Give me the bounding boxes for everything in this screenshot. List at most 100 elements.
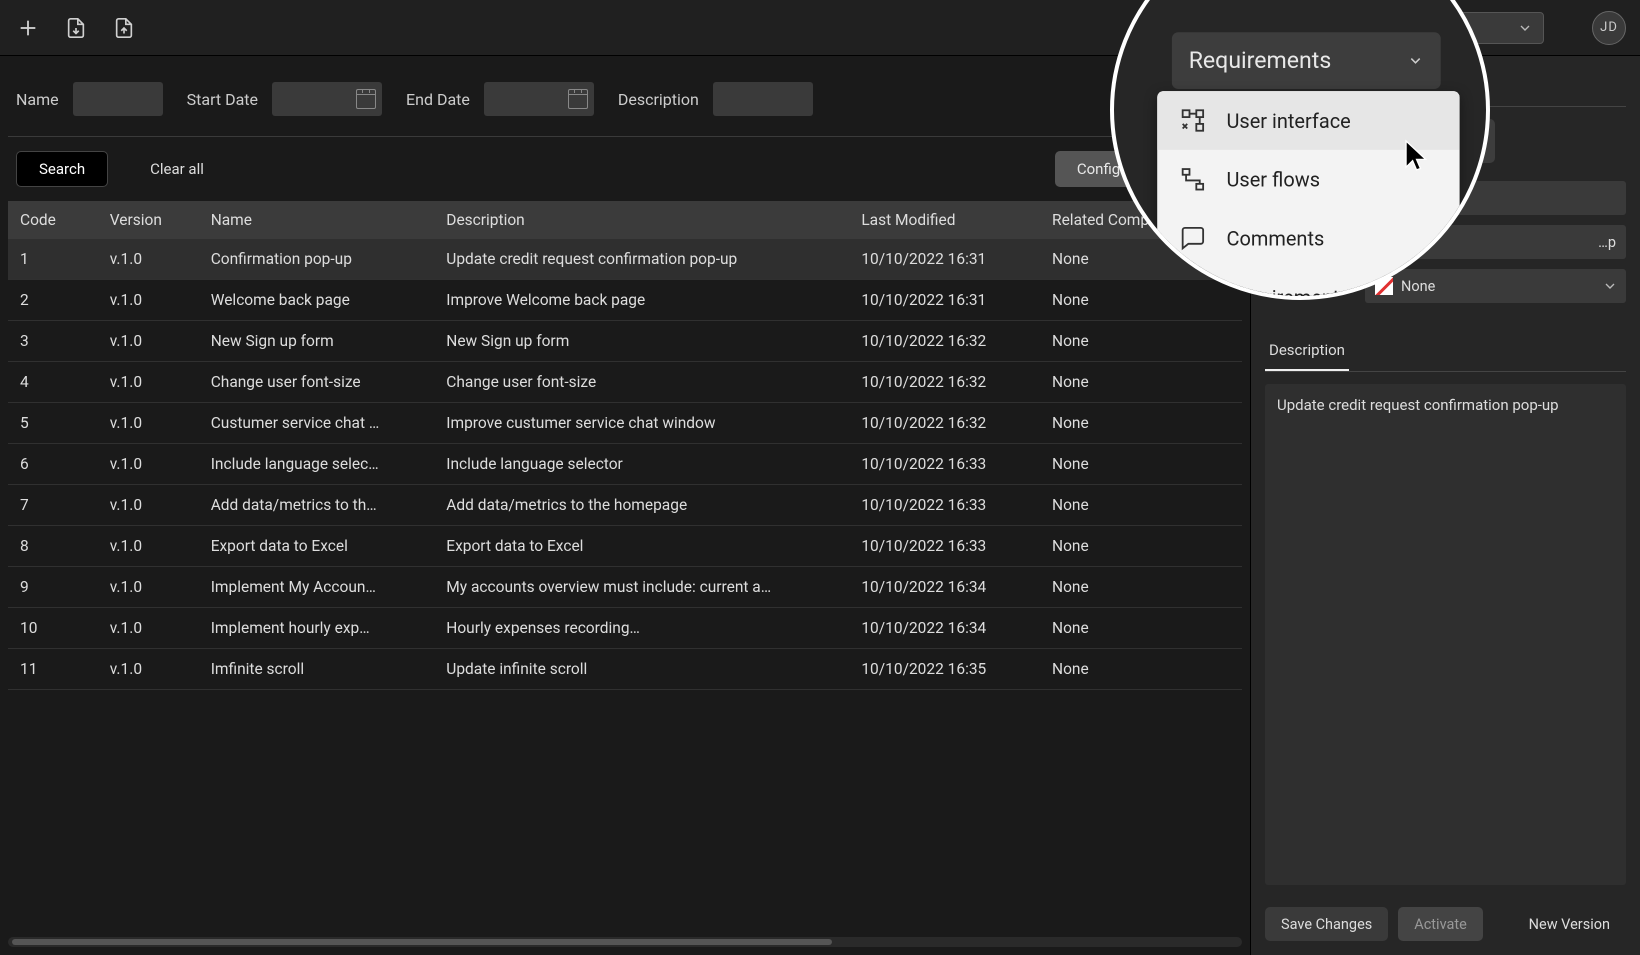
cell-name: Welcome back page: [199, 280, 435, 321]
search-button[interactable]: Search: [16, 151, 108, 187]
name-label: Name: [16, 90, 59, 109]
detail-name-value[interactable]: …p: [1365, 225, 1626, 259]
cell-version: v.1.0: [98, 608, 199, 649]
search-filters: Name Start Date End Date Description: [8, 64, 1242, 137]
cell-name: Change user font-size: [199, 362, 435, 403]
table-row[interactable]: 7v.1.0Add data/metrics to th…Add data/me…: [8, 485, 1242, 526]
cell-code: 3: [8, 321, 98, 362]
table-row[interactable]: 1v.1.0Confirmation pop-upUpdate credit r…: [8, 239, 1242, 280]
cell-version: v.1.0: [98, 526, 199, 567]
category-label: Category: [1265, 277, 1351, 295]
th-description[interactable]: Description: [434, 201, 849, 239]
description-textarea[interactable]: Update credit request confirmation pop-u…: [1265, 384, 1626, 885]
end-date-label: End Date: [406, 90, 470, 109]
table-row[interactable]: 4v.1.0Change user font-sizeChange user f…: [8, 362, 1242, 403]
description-input[interactable]: [713, 82, 813, 116]
cell-version: v.1.0: [98, 485, 199, 526]
save-changes-button[interactable]: Save Changes: [1265, 907, 1388, 941]
cell-rel: None: [1040, 239, 1242, 280]
export-file-icon[interactable]: [110, 14, 138, 42]
cell-mod: 10/10/2022 16:34: [849, 608, 1040, 649]
cell-desc: Add data/metrics to the homepage: [434, 485, 849, 526]
th-version[interactable]: Version: [98, 201, 199, 239]
cell-version: v.1.0: [98, 362, 199, 403]
version-label: V: [1265, 189, 1351, 207]
cell-code: 1: [8, 239, 98, 280]
cell-code: 8: [8, 526, 98, 567]
cell-name: Add data/metrics to th…: [199, 485, 435, 526]
cell-mod: 10/10/2022 16:34: [849, 567, 1040, 608]
cell-name: New Sign up form: [199, 321, 435, 362]
chevron-down-icon: [1198, 162, 1212, 176]
end-date-input[interactable]: [484, 82, 594, 116]
table-row[interactable]: 10v.1.0Implement hourly exp…Hourly expen…: [8, 608, 1242, 649]
cell-desc: Update infinite scroll: [434, 649, 849, 690]
add-icon[interactable]: [14, 14, 42, 42]
cell-desc: Change user font-size: [434, 362, 849, 403]
cell-code: 11: [8, 649, 98, 690]
th-last-modified[interactable]: Last Modified: [849, 201, 1040, 239]
tab-requirement[interactable]: Req: [1265, 70, 1299, 106]
start-date-label: Start Date: [187, 90, 258, 109]
cell-desc: Include language selector: [434, 444, 849, 485]
activate-button[interactable]: Activate: [1398, 907, 1483, 941]
chevron-down-icon: [1465, 133, 1481, 149]
cell-mod: 10/10/2022 16:32: [849, 362, 1040, 403]
cell-code: 10: [8, 608, 98, 649]
category-select[interactable]: None: [1365, 269, 1626, 303]
cell-name: Export data to Excel: [199, 526, 435, 567]
cell-rel: None: [1040, 608, 1242, 649]
table-row[interactable]: 11v.1.0Imfinite scrollUpdate infinite sc…: [8, 649, 1242, 690]
cell-desc: Update credit request confirmation pop-u…: [434, 239, 849, 280]
cell-rel: None: [1040, 362, 1242, 403]
th-name[interactable]: Name: [199, 201, 435, 239]
description-tab[interactable]: Description: [1265, 333, 1349, 371]
table-row[interactable]: 3v.1.0New Sign up formNew Sign up form10…: [8, 321, 1242, 362]
configure-search-button[interactable]: Configure search: [1055, 151, 1234, 187]
table-row[interactable]: 9v.1.0Implement My Accoun…My accounts ov…: [8, 567, 1242, 608]
cell-rel: None: [1040, 280, 1242, 321]
list-pane: Name Start Date End Date Description Sea: [0, 56, 1250, 955]
cell-desc: My accounts overview must include: curre…: [434, 567, 849, 608]
cell-mod: 10/10/2022 16:32: [849, 321, 1040, 362]
cell-name: Confirmation pop-up: [199, 239, 435, 280]
cell-name: Include language selec…: [199, 444, 435, 485]
version-value: [1365, 181, 1626, 215]
cell-desc: Improve Welcome back page: [434, 280, 849, 321]
cell-version: v.1.0: [98, 321, 199, 362]
th-related-component[interactable]: Related Component: [1040, 201, 1242, 239]
th-code[interactable]: Code: [8, 201, 98, 239]
requirements-table: Code Version Name Description Last Modif…: [8, 201, 1242, 929]
name-input[interactable]: [73, 82, 163, 116]
cell-version: v.1.0: [98, 239, 199, 280]
view-selector[interactable]: Requirements: [1265, 119, 1495, 163]
chevron-down-icon: [1602, 278, 1618, 294]
table-row[interactable]: 8v.1.0Export data to ExcelExport data to…: [8, 526, 1242, 567]
cell-mod: 10/10/2022 16:31: [849, 280, 1040, 321]
table-row[interactable]: 6v.1.0Include language selec…Include lan…: [8, 444, 1242, 485]
new-version-button[interactable]: New Version: [1513, 907, 1626, 941]
horizontal-scrollbar[interactable]: [8, 937, 1242, 947]
avatar[interactable]: JD: [1592, 11, 1626, 45]
cell-rel: None: [1040, 526, 1242, 567]
cell-code: 7: [8, 485, 98, 526]
description-label: Description: [618, 90, 699, 109]
cell-mod: 10/10/2022 16:32: [849, 403, 1040, 444]
cell-rel: None: [1040, 567, 1242, 608]
cell-version: v.1.0: [98, 403, 199, 444]
chevron-down-icon: [1517, 20, 1533, 36]
cell-mod: 10/10/2022 16:33: [849, 444, 1040, 485]
table-row[interactable]: 2v.1.0Welcome back pageImprove Welcome b…: [8, 280, 1242, 321]
start-date-input[interactable]: [272, 82, 382, 116]
cell-name: Implement My Accoun…: [199, 567, 435, 608]
cell-desc: Hourly expenses recording…: [434, 608, 849, 649]
cell-code: 2: [8, 280, 98, 321]
cell-version: v.1.0: [98, 280, 199, 321]
cell-rel: None: [1040, 444, 1242, 485]
table-row[interactable]: 5v.1.0Custumer service chat …Improve cus…: [8, 403, 1242, 444]
import-file-icon[interactable]: [62, 14, 90, 42]
top-select[interactable]: [1354, 12, 1544, 44]
cell-mod: 10/10/2022 16:35: [849, 649, 1040, 690]
clear-all-button[interactable]: Clear all: [128, 151, 226, 187]
detail-name-label: Name: [1265, 233, 1351, 251]
